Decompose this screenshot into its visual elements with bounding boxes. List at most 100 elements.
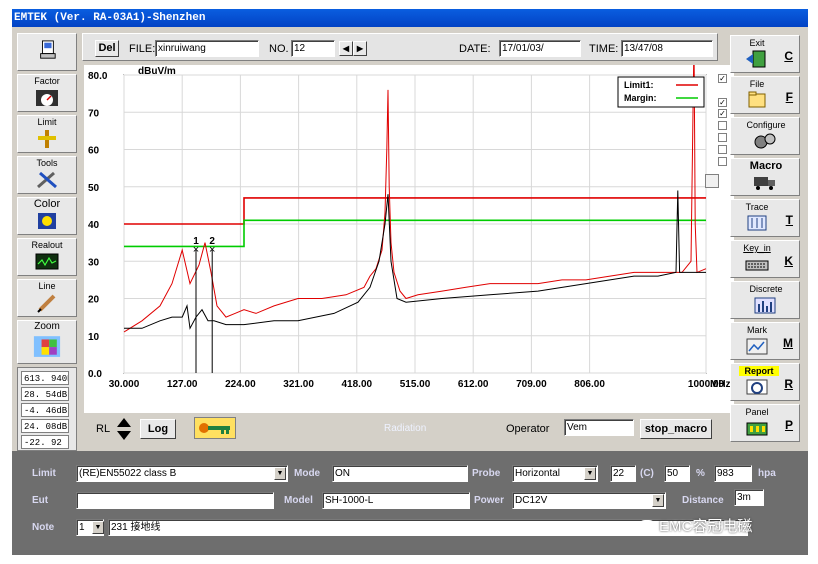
computer-button[interactable] (17, 33, 77, 71)
humidity-unit: % (696, 468, 705, 479)
del-button[interactable]: Del (95, 40, 119, 57)
file-btn-label: File (749, 79, 765, 89)
pressure-input[interactable]: 983 (714, 465, 752, 482)
y-tick-label: 60 (88, 146, 100, 157)
color-label: Color (33, 198, 61, 210)
readout-level-2: 24. 08dBuV/m (21, 419, 69, 433)
realout-button[interactable]: Realout (17, 238, 77, 276)
mark-label: Mark (747, 325, 767, 335)
watermark: EMC容冠电磁 (638, 515, 752, 539)
limit-dropdown-arrow[interactable]: ▼ (274, 467, 286, 480)
configure-label: Configure (746, 120, 786, 130)
y-tick-label: 40 (88, 220, 100, 231)
discrete-icon (754, 297, 776, 314)
limit-button[interactable]: Limit (17, 115, 77, 153)
eut-input[interactable] (76, 492, 274, 509)
file-shortcut: F (785, 90, 793, 104)
configure-button[interactable]: Configure (730, 117, 800, 155)
probe-dropdown-arrow[interactable]: ▼ (584, 467, 596, 480)
readout-margin: -4. 46dB (21, 403, 69, 417)
operator-input[interactable]: Vem (564, 419, 634, 436)
trace-checkbox-5[interactable] (718, 133, 727, 142)
y-tick-label: 20 (88, 295, 100, 306)
factor-button[interactable]: Factor (17, 74, 77, 112)
trace-checkbox-6[interactable] (718, 145, 727, 154)
trace-checkbox-7[interactable] (718, 157, 727, 166)
macro-button[interactable]: Macro (730, 158, 800, 196)
legend-label: Limit1: (624, 80, 654, 90)
report-icon (746, 379, 768, 395)
readout-group: 613. 940MHz 28. 54dBuV/m -4. 46dB 24. 08… (17, 367, 77, 451)
prev-button[interactable]: ◀ (339, 41, 353, 56)
distance-input[interactable]: 3m (734, 489, 764, 506)
trace-button[interactable]: Trace T (730, 199, 800, 237)
power-dropdown-arrow[interactable]: ▼ (652, 494, 664, 507)
humidity-input[interactable]: 50 (664, 465, 690, 482)
exit-button[interactable]: Exit C (730, 35, 800, 73)
watermark-text: EMC容冠电磁 (659, 518, 753, 535)
time-input[interactable]: 13/47/08 (621, 40, 713, 57)
log-button[interactable]: Log (140, 419, 176, 439)
x-tick-label: 612.00 (458, 379, 489, 390)
trace-checkbox-4[interactable] (718, 121, 727, 130)
color-icon (38, 213, 56, 229)
stop-macro-button[interactable]: stop_macro (640, 419, 712, 439)
key-in-button[interactable]: Key_in K (730, 240, 800, 278)
x-tick-label: 806.00 (574, 379, 605, 390)
y-tick-label: 30 (88, 257, 100, 268)
power-select[interactable]: DC12V (512, 492, 666, 509)
pen-icon (37, 294, 56, 313)
y-tick-label: 80.0 (88, 71, 108, 82)
no-input[interactable]: 12 (291, 40, 335, 57)
file-icon (748, 91, 766, 108)
mode-field-label: Mode (294, 468, 321, 479)
trace-shortcut: T (785, 213, 793, 227)
note-field-label: Note (32, 522, 55, 533)
trace-checkbox-2[interactable]: ✓ (718, 98, 727, 107)
limit-field-label: Limit (32, 468, 56, 479)
top-toolbar: Del FILE: xinruiwang NO. 12 ◀ ▶ DATE: 17… (82, 33, 718, 61)
color-swatch[interactable] (705, 174, 719, 188)
discrete-button[interactable]: Discrete (730, 281, 800, 319)
mode-input[interactable]: ON (332, 465, 468, 482)
y-tick-label: 0.0 (88, 369, 102, 380)
color-button[interactable]: Color (17, 197, 77, 235)
panel-button[interactable]: Panel P (730, 404, 800, 442)
panel-label: Panel (745, 407, 769, 417)
no-label: NO. (269, 43, 289, 55)
next-button[interactable]: ▶ (353, 41, 367, 56)
x-tick-label: 127.00 (167, 379, 198, 390)
trace-checkbox-3[interactable]: ✓ (718, 109, 727, 118)
temperature-input[interactable]: 22 (610, 465, 636, 482)
monitor-icon (35, 253, 59, 270)
power-field-label: Power (474, 495, 505, 506)
x-tick-label: 418.00 (342, 379, 373, 390)
mode-text: Radiation (384, 423, 427, 434)
key-button[interactable] (194, 417, 236, 439)
file-button[interactable]: File F (730, 76, 800, 114)
truck-icon (754, 177, 775, 190)
keyboard-icon (745, 260, 769, 271)
window-title: EMTEK (Ver. RA-03A1)-Shenzhen (12, 9, 808, 27)
report-label: Report (739, 366, 779, 376)
trace-checkbox-1[interactable]: ✓ (718, 74, 727, 83)
model-input[interactable]: SH-1000-L (322, 492, 470, 509)
file-input[interactable]: xinruiwang (155, 40, 259, 57)
date-input[interactable]: 17/01/03/ (499, 40, 581, 57)
zoom-label: Zoom (34, 321, 60, 332)
x-tick-label: 321.00 (283, 379, 314, 390)
zoom-button[interactable]: Zoom (17, 320, 77, 364)
eut-field-label: Eut (32, 495, 49, 506)
line-button[interactable]: Line (17, 279, 77, 317)
limit-select[interactable]: (RE)EN55022 class B (76, 465, 288, 482)
rl-stepper[interactable] (116, 417, 132, 441)
key-in-shortcut: K (784, 254, 793, 268)
note-dropdown-arrow[interactable]: ▼ (92, 521, 104, 534)
tools-label: Tools (36, 158, 58, 168)
factor-label: Factor (34, 76, 60, 86)
line-label: Line (38, 281, 56, 291)
readout-frequency: 613. 940MHz (21, 371, 69, 385)
mark-button[interactable]: Mark M (730, 322, 800, 360)
tools-button[interactable]: Tools (17, 156, 77, 194)
report-button[interactable]: Report R (730, 363, 800, 401)
